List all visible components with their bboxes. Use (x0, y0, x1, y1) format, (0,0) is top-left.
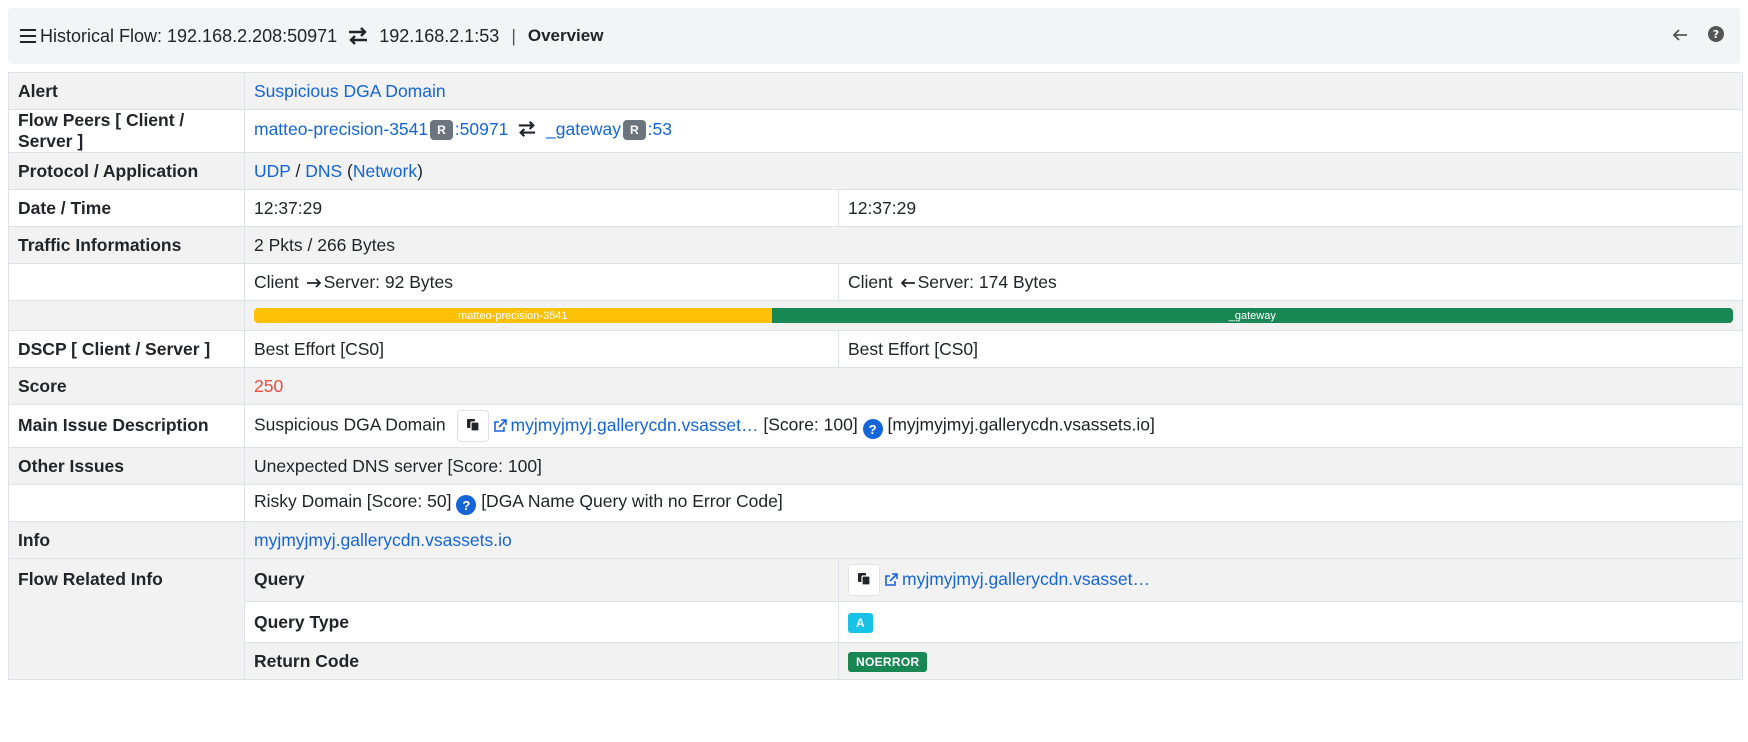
dscp-row: DSCP [ Client / Server ] Best Effort [CS… (8, 330, 1743, 368)
traffic-direction-row: Client Server: 92 Bytes Client Server: 1… (8, 263, 1743, 301)
query-copy-button[interactable] (848, 564, 880, 596)
other-issues-row-2: Risky Domain [Score: 50] ? [DGA Name Que… (8, 484, 1743, 522)
query-type-row: Query Type A (9, 601, 1743, 643)
left-arrow-icon (900, 272, 916, 293)
protocol-link[interactable]: UDP (254, 161, 291, 181)
copy-button[interactable] (456, 410, 489, 442)
page-title: Historical Flow: 192.168.2.208:50971 (40, 25, 338, 46)
client-host-link[interactable]: matteo-precision-3541 (254, 119, 428, 139)
client-traffic-bar: matteo-precision-3541 (254, 308, 772, 323)
flow-related-info-label: Flow Related Info (8, 558, 245, 680)
tab-overview[interactable]: Overview (528, 26, 604, 46)
other-issue-1: Unexpected DNS server [Score: 100] (244, 447, 1743, 485)
dscp-server-value: Best Effort [CS0] (838, 330, 1743, 368)
bidirectional-arrows-icon (347, 26, 369, 46)
application-link[interactable]: DNS (305, 161, 342, 181)
server-to-client-bytes: Client Server: 174 Bytes (838, 263, 1743, 301)
other-issues-row: Other Issues Unexpected DNS server [Scor… (8, 447, 1743, 485)
server-port-link[interactable]: :53 (648, 119, 672, 139)
main-issue-text: Suspicious DGA Domain (254, 414, 446, 435)
page-header: Historical Flow: 192.168.2.208:50971 192… (8, 8, 1740, 64)
other-issue-2-detail: [DGA Name Query with no Error Code] (481, 490, 783, 511)
other-issue-2-text: Risky Domain [Score: 50] (254, 490, 452, 511)
date-time-label: Date / Time (8, 189, 245, 227)
protocol-label: Protocol / Application (8, 152, 245, 190)
help-icon[interactable]: ? (1708, 25, 1724, 47)
paren-close: ) (417, 160, 423, 181)
traffic-bar-row: matteo-precision-3541 _gateway (8, 300, 1743, 331)
main-issue-domain-link[interactable]: myjmyjmyj.gallerycdn.vsasset… (493, 414, 759, 438)
flow-peers-label: Flow Peers [ Client / Server ] (8, 109, 245, 153)
c2s-server-text: Server: 92 Bytes (323, 271, 453, 292)
c2s-client-text: Client (254, 271, 299, 292)
flow-peers-row: Flow Peers [ Client / Server ] matteo-pr… (8, 109, 1743, 153)
hamburger-menu-icon[interactable] (18, 28, 38, 44)
score-value: 250 (254, 375, 284, 396)
protocol-row: Protocol / Application UDP / DNS (Networ… (8, 152, 1743, 190)
first-seen-value: 12:37:29 (244, 189, 839, 227)
query-type-badge: A (848, 613, 873, 633)
info-domain-link[interactable]: myjmyjmyj.gallerycdn.vsassets.io (254, 530, 512, 550)
s2c-server-text: Server: 174 Bytes (917, 271, 1057, 292)
external-link-icon (493, 417, 507, 438)
last-seen-value: 12:37:29 (838, 189, 1743, 227)
back-arrow-icon[interactable] (1672, 26, 1688, 47)
client-port-link[interactable]: :50971 (455, 119, 509, 139)
s2c-client-text: Client (848, 271, 893, 292)
main-issue-label: Main Issue Description (8, 404, 245, 448)
alert-link[interactable]: Suspicious DGA Domain (254, 81, 446, 101)
external-link-icon (884, 571, 898, 592)
return-code-row: Return Code NOERROR (9, 642, 1743, 680)
date-time-row: Date / Time 12:37:29 12:37:29 (8, 189, 1743, 227)
main-issue-score: [Score: 100] (763, 414, 858, 435)
info-row: Info myjmyjmyj.gallerycdn.vsassets.io (8, 521, 1743, 559)
traffic-summary: 2 Pkts / 266 Bytes (244, 226, 1743, 264)
main-issue-detail: [myjmyjmyj.gallerycdn.vsassets.io] (887, 414, 1155, 435)
traffic-row: Traffic Informations 2 Pkts / 266 Bytes (8, 226, 1743, 264)
query-label: Query (244, 558, 839, 602)
score-row: Score 250 (8, 367, 1743, 405)
query-domain-text: myjmyjmyj.gallerycdn.vsasset… (902, 568, 1150, 589)
main-issue-row: Main Issue Description Suspicious DGA Do… (8, 404, 1743, 448)
server-traffic-bar: _gateway (771, 308, 1733, 323)
other-issues-label: Other Issues (8, 447, 245, 485)
alert-row: Alert Suspicious DGA Domain (8, 72, 1743, 110)
score-label: Score (8, 367, 245, 405)
return-code-label: Return Code (244, 642, 839, 680)
protocol-slash: / (290, 160, 306, 181)
svg-text:?: ? (1713, 28, 1719, 41)
destination-address: 192.168.2.1:53 (379, 25, 500, 46)
header-separator: | (511, 25, 516, 46)
server-remote-badge: R (623, 120, 646, 140)
dscp-client-value: Best Effort [CS0] (244, 330, 839, 368)
traffic-label: Traffic Informations (8, 226, 245, 264)
flow-details-table: Alert Suspicious DGA Domain Flow Peers [… (8, 72, 1743, 680)
peers-swap-icon (517, 120, 537, 143)
main-issue-domain-text: myjmyjmyj.gallerycdn.vsasset… (510, 414, 759, 435)
alert-label: Alert (8, 72, 245, 110)
query-type-label: Query Type (244, 601, 839, 643)
question-icon[interactable]: ? (862, 419, 883, 440)
category-link[interactable]: Network (353, 161, 417, 181)
question-icon[interactable]: ? (456, 495, 477, 516)
client-remote-badge: R (430, 120, 453, 140)
dscp-label: DSCP [ Client / Server ] (8, 330, 245, 368)
query-row: Flow Related Info Query myjmyjmyj.galler… (8, 558, 1743, 680)
copy-icon (466, 416, 480, 437)
paren-open: ( (342, 160, 353, 181)
return-code-badge: NOERROR (848, 652, 928, 672)
info-label: Info (8, 521, 245, 559)
client-to-server-bytes: Client Server: 92 Bytes (244, 263, 839, 301)
query-domain-link[interactable]: myjmyjmyj.gallerycdn.vsasset… (884, 569, 1150, 589)
traffic-ratio-bar: matteo-precision-3541 _gateway (254, 308, 1733, 323)
server-host-link[interactable]: _gateway (546, 119, 621, 139)
copy-icon (857, 570, 871, 591)
right-arrow-icon (306, 272, 322, 293)
